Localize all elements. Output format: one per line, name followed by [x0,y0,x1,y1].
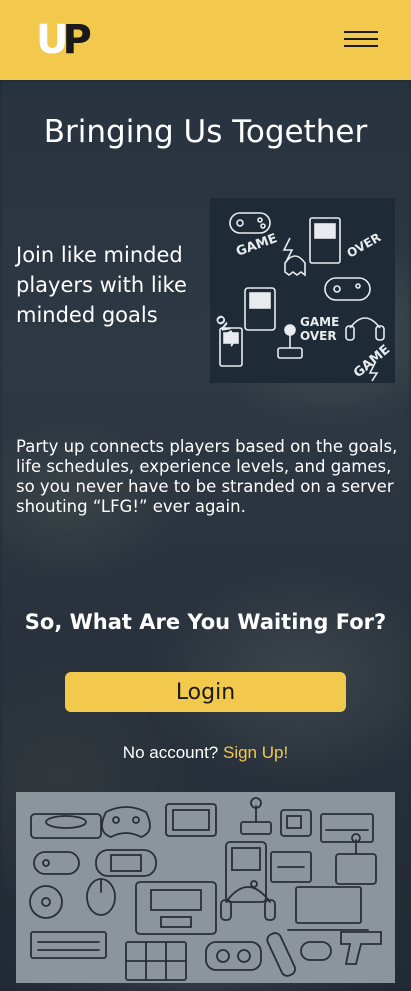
gaming-devices-doodle-icon [16,792,395,983]
svg-text:OVER: OVER [300,329,337,343]
login-button[interactable]: Login [65,672,346,712]
svg-text:GAME: GAME [300,315,339,329]
description-text: Party up connects players based on the g… [16,437,398,516]
page-title: Bringing Us Together [43,114,368,150]
signup-link[interactable]: Sign Up! [223,743,288,762]
retro-gaming-pattern-icon: GAME GAME OVER OVER GAME OVER [210,198,395,383]
main-content: Bringing Us Together Join like minded pl… [0,0,411,991]
logo-letter-p: P [62,17,92,63]
hamburger-menu-icon[interactable] [344,28,378,50]
app-logo[interactable]: U P [36,20,92,60]
gaming-devices-doodle-image [16,792,395,983]
top-bar: U P [0,0,411,80]
retro-gaming-pattern-image: GAME GAME OVER OVER GAME OVER [210,198,395,383]
cta-heading: So, What Are You Waiting For? [24,610,387,634]
tagline: Join like minded players with like minde… [16,243,187,327]
signup-prompt-row: No account? Sign Up! [0,743,411,763]
signup-prompt-text: No account? [122,743,219,762]
